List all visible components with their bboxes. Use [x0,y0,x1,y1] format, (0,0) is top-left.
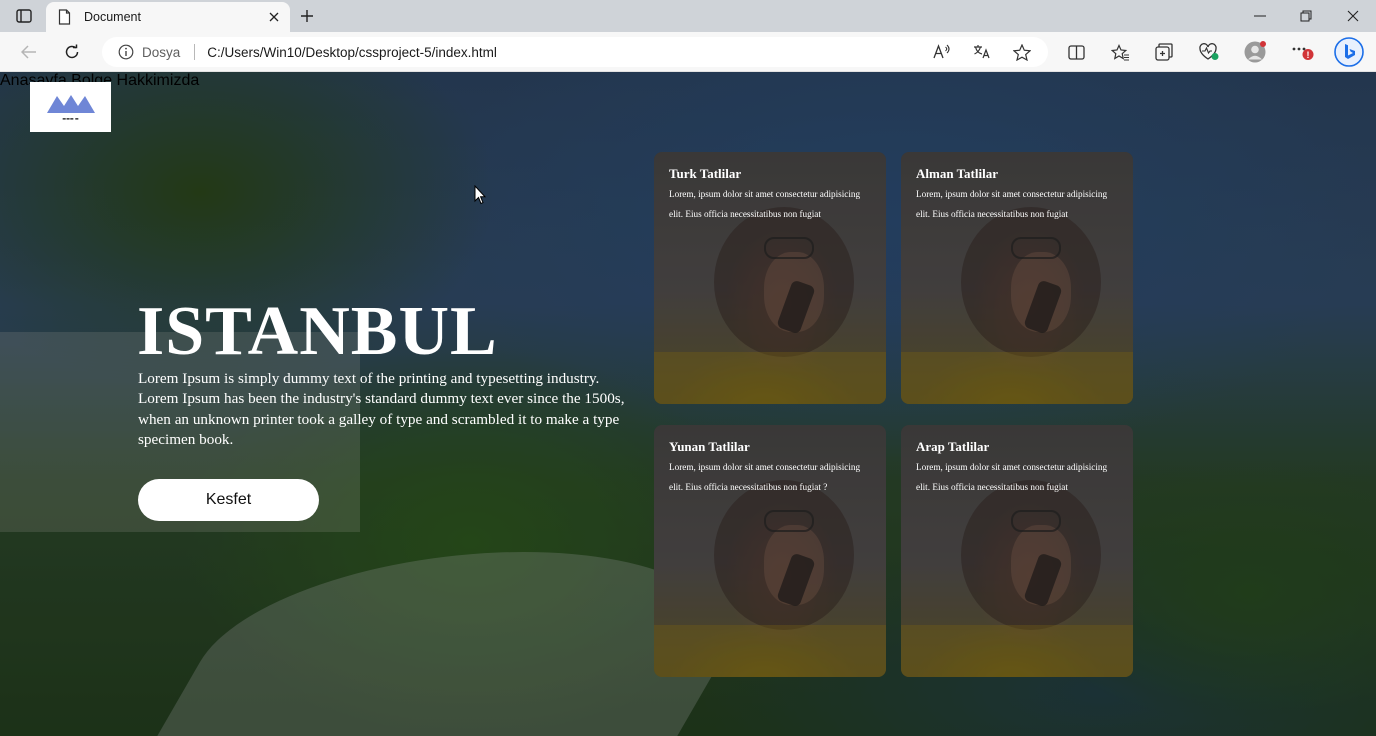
back-arrow-icon[interactable] [14,38,44,66]
address-bar[interactable]: Dosya C:/Users/Win10/Desktop/cssproject-… [102,37,1048,67]
address-separator [194,44,196,60]
address-prefix: Dosya [142,44,181,60]
more-icon[interactable]: ! [1288,38,1318,66]
card-text: Lorem, ipsum dolor sit amet consectetur … [916,462,1108,492]
page-viewport: ▬▬▬ ▬ Anasayfa Bolge Hakkimizda ISTANBUL… [0,72,1376,736]
favorite-star-icon[interactable] [1008,40,1036,64]
browser-tab-bar: Document [0,0,1376,32]
card-title: Turk Tatlilar [669,166,742,181]
hero-text: Lorem Ipsum is simply dummy text of the … [138,370,625,448]
close-window-icon[interactable] [1330,0,1376,32]
browser-tab-document[interactable]: Document [46,2,290,32]
card-text: Lorem, ipsum dolor sit amet consectetur … [669,462,861,492]
mouse-cursor-icon [474,184,487,210]
refresh-icon[interactable] [57,38,87,66]
tab-actions-icon[interactable] [10,6,38,26]
card-text: Lorem, ipsum dolor sit amet consectetur … [669,189,861,219]
plus-icon[interactable] [294,4,320,28]
profile-avatar-icon[interactable] [1240,38,1270,66]
card-arap-tatlilar[interactable]: Arap Tatlilar Lorem, ipsum dolor sit ame… [901,425,1133,677]
tab-title: Document [84,10,141,24]
card-turk-tatlilar[interactable]: Turk Tatlilar Lorem, ipsum dolor sit ame… [654,152,886,404]
logo-text: ▬▬▬ ▬ [62,116,79,121]
info-icon[interactable] [118,44,134,60]
card-alman-tatlilar[interactable]: Alman Tatlilar Lorem, ipsum dolor sit am… [901,152,1133,404]
favorites-icon[interactable] [1105,38,1135,66]
split-screen-icon[interactable] [1061,38,1091,66]
card-title: Arap Tatlilar [916,439,990,454]
mountain-logo-icon [46,93,95,113]
collections-icon[interactable] [1149,38,1179,66]
bing-copilot-icon[interactable] [1333,37,1365,67]
translate-icon[interactable] [968,40,996,64]
card-title: Yunan Tatlilar [669,439,750,454]
close-icon[interactable] [262,5,286,29]
kesfet-button[interactable]: Kesfet [138,479,319,521]
card-text: Lorem, ipsum dolor sit amet consectetur … [916,189,1108,219]
card-title: Alman Tatlilar [916,166,998,181]
site-logo[interactable]: ▬▬▬ ▬ [30,82,111,132]
read-aloud-icon[interactable] [928,40,956,64]
url-text[interactable]: C:/Users/Win10/Desktop/cssproject-5/inde… [207,45,497,60]
nav-link-hakkimizda[interactable]: Hakkimizda [117,72,200,89]
browser-toolbar: Dosya C:/Users/Win10/Desktop/cssproject-… [0,32,1376,72]
restore-icon[interactable] [1283,0,1329,32]
minimize-icon[interactable] [1237,0,1283,32]
document-icon [58,8,72,26]
hero-title: ISTANBUL [137,293,498,370]
card-yunan-tatlilar[interactable]: Yunan Tatlilar Lorem, ipsum dolor sit am… [654,425,886,677]
main-nav: Anasayfa Bolge Hakkimizda [0,72,1376,90]
browser-essentials-icon[interactable] [1194,38,1224,66]
notification-badge: ! [1307,50,1310,60]
